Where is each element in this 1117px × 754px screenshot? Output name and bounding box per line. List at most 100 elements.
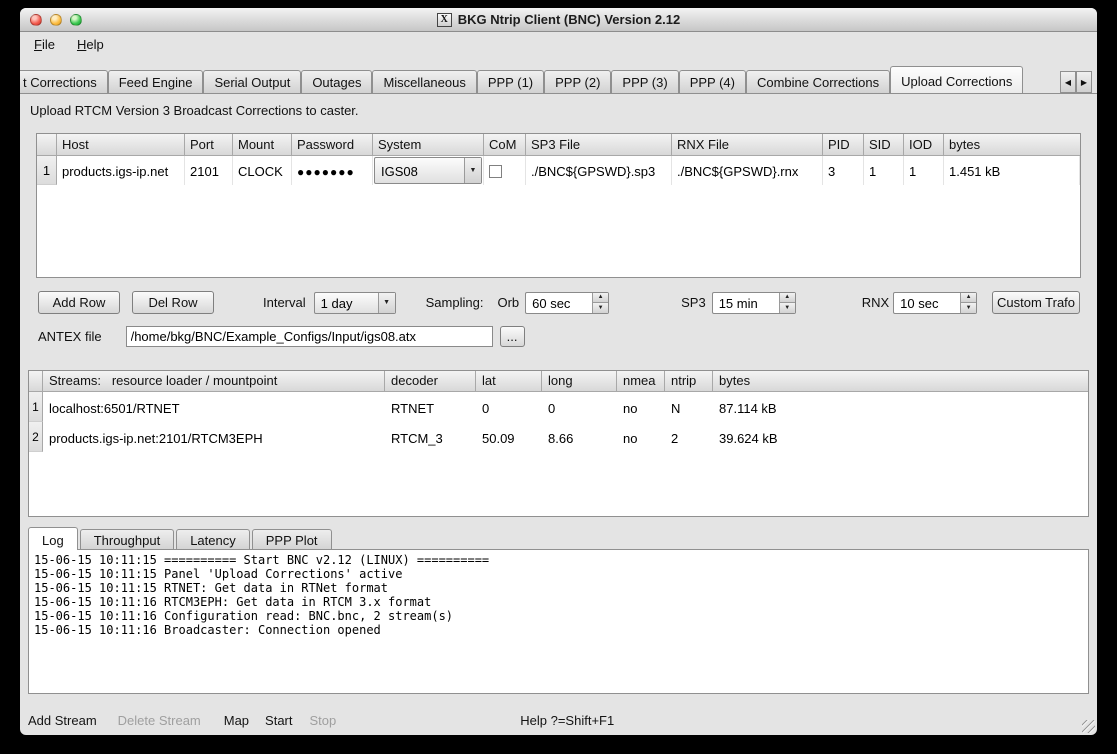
- pid-cell[interactable]: 3: [823, 156, 864, 185]
- tab-throughput[interactable]: Throughput: [80, 529, 175, 549]
- column-header-rnx-file: RNX File: [672, 134, 823, 156]
- corner-header: [29, 371, 43, 392]
- ntrip-cell: N: [665, 392, 713, 422]
- title-area: X BKG Ntrip Client (BNC) Version 2.12: [20, 12, 1097, 27]
- start-button[interactable]: Start: [265, 713, 292, 728]
- log-output: 15-06-15 10:11:15 ========== Start BNC v…: [28, 549, 1089, 694]
- tab-serial-output[interactable]: Serial Output: [203, 70, 301, 93]
- chevron-down-icon: ▼: [464, 158, 481, 183]
- sp3-file-cell[interactable]: ./BNC${GPSWD}.sp3: [526, 156, 672, 185]
- map-button[interactable]: Map: [224, 713, 249, 728]
- com-checkbox[interactable]: [489, 165, 502, 178]
- orb-sampling-value: 60 sec: [526, 293, 592, 313]
- rnx-file-cell[interactable]: ./BNC${GPSWD}.rnx: [672, 156, 823, 185]
- minimize-button[interactable]: [50, 14, 62, 26]
- tab-ppp-plot[interactable]: PPP Plot: [252, 529, 332, 549]
- host-cell[interactable]: products.igs-ip.net: [57, 156, 185, 185]
- upload-table-empty-area: [37, 185, 1080, 277]
- tab-ppp-4[interactable]: PPP (4): [679, 70, 746, 93]
- rnx-sampling-value: 10 sec: [894, 293, 960, 313]
- sid-cell[interactable]: 1: [864, 156, 904, 185]
- column-header-com: CoM: [484, 134, 526, 156]
- tab-broadcast-corrections[interactable]: t Corrections: [20, 70, 108, 93]
- stream-row[interactable]: 1 localhost:6501/RTNET RTNET 0 0 no N 87…: [29, 392, 1088, 422]
- streams-table-header: Streams: resource loader / mountpoint de…: [29, 371, 1088, 392]
- com-cell: [484, 156, 526, 185]
- long-cell: 0: [542, 392, 617, 422]
- tab-latency[interactable]: Latency: [176, 529, 250, 549]
- tab-upload-corrections[interactable]: Upload Corrections: [890, 66, 1023, 94]
- rnx-sampling-spinbox[interactable]: 10 sec ▲ ▼: [893, 292, 977, 314]
- traffic-lights: [30, 14, 82, 26]
- system-combobox[interactable]: IGS08 ▼: [374, 157, 482, 184]
- mount-cell[interactable]: CLOCK: [233, 156, 292, 185]
- add-stream-button[interactable]: Add Stream: [28, 713, 97, 728]
- tab-log[interactable]: Log: [28, 527, 78, 550]
- antex-file-input[interactable]: [126, 326, 493, 347]
- browse-button[interactable]: ...: [500, 326, 525, 347]
- upload-controls: Add Row Del Row Interval 1 day ▼ Samplin…: [20, 291, 1097, 314]
- bytes-cell: 39.624 kB: [713, 422, 1088, 452]
- row-number: 1: [37, 156, 57, 185]
- column-header-bytes: bytes: [944, 134, 1080, 156]
- menu-file[interactable]: File: [28, 35, 61, 54]
- sp3-sampling-value: 15 min: [713, 293, 779, 313]
- sp3-sampling-spinbox[interactable]: 15 min ▲ ▼: [712, 292, 796, 314]
- password-cell[interactable]: ●●●●●●●: [292, 156, 373, 185]
- interval-combobox[interactable]: 1 day ▼: [314, 292, 396, 314]
- tab-feed-engine[interactable]: Feed Engine: [108, 70, 204, 93]
- spin-up-button[interactable]: ▲: [961, 293, 976, 304]
- upload-table-header: Host Port Mount Password System CoM SP3 …: [37, 134, 1080, 156]
- column-header-nmea: nmea: [617, 371, 665, 392]
- titlebar[interactable]: X BKG Ntrip Client (BNC) Version 2.12: [20, 8, 1097, 32]
- tab-combine-corrections[interactable]: Combine Corrections: [746, 70, 890, 93]
- row-number: 1: [29, 392, 43, 422]
- nmea-cell: no: [617, 392, 665, 422]
- column-header-system: System: [373, 134, 484, 156]
- orb-sampling-spinbox[interactable]: 60 sec ▲ ▼: [525, 292, 609, 314]
- rnx-label: RNX: [862, 295, 889, 310]
- tab-miscellaneous[interactable]: Miscellaneous: [372, 70, 476, 93]
- mountpoint-cell: localhost:6501/RTNET: [43, 392, 385, 422]
- resize-grip[interactable]: [1082, 720, 1095, 733]
- tab-ppp-1[interactable]: PPP (1): [477, 70, 544, 93]
- close-button[interactable]: [30, 14, 42, 26]
- column-header-sp3-file: SP3 File: [526, 134, 672, 156]
- log-line: 15-06-15 10:11:16 Broadcaster: Connectio…: [34, 623, 1083, 637]
- stream-row[interactable]: 2 products.igs-ip.net:2101/RTCM3EPH RTCM…: [29, 422, 1088, 452]
- menu-help[interactable]: Help: [71, 35, 110, 54]
- spin-down-button[interactable]: ▼: [593, 303, 608, 313]
- sampling-label: Sampling:: [426, 295, 484, 310]
- spin-up-button[interactable]: ▲: [780, 293, 795, 304]
- log-line: 15-06-15 10:11:15 ========== Start BNC v…: [34, 553, 1083, 567]
- tab-scrollers: ◀ ▶: [1060, 71, 1092, 93]
- upload-table: Host Port Mount Password System CoM SP3 …: [36, 133, 1081, 278]
- interval-label: Interval: [263, 295, 306, 310]
- spin-up-button[interactable]: ▲: [593, 293, 608, 304]
- custom-trafo-button[interactable]: Custom Trafo: [992, 291, 1080, 314]
- spin-buttons: ▲ ▼: [592, 293, 608, 313]
- bnc-window: X BKG Ntrip Client (BNC) Version 2.12 Fi…: [20, 8, 1097, 735]
- log-line: 15-06-15 10:11:16 RTCM3EPH: Get data in …: [34, 595, 1083, 609]
- column-header-host: Host: [57, 134, 185, 156]
- del-row-button[interactable]: Del Row: [132, 291, 214, 314]
- tab-outages[interactable]: Outages: [301, 70, 372, 93]
- tab-ppp-2[interactable]: PPP (2): [544, 70, 611, 93]
- spin-down-button[interactable]: ▼: [961, 303, 976, 313]
- tab-scroll-left-button[interactable]: ◀: [1060, 71, 1076, 93]
- column-header-lat: lat: [476, 371, 542, 392]
- zoom-button[interactable]: [70, 14, 82, 26]
- system-cell: IGS08 ▼: [373, 156, 484, 185]
- streams-table-empty-area: [29, 452, 1088, 516]
- port-cell[interactable]: 2101: [185, 156, 233, 185]
- spin-down-button[interactable]: ▼: [780, 303, 795, 313]
- log-line: 15-06-15 10:11:15 RTNET: Get data in RTN…: [34, 581, 1083, 595]
- log-line: 15-06-15 10:11:15 Panel 'Upload Correcti…: [34, 567, 1083, 581]
- column-header-port: Port: [185, 134, 233, 156]
- tab-scroll-right-button[interactable]: ▶: [1076, 71, 1092, 93]
- panel-description: Upload RTCM Version 3 Broadcast Correcti…: [30, 103, 1097, 118]
- column-header-bytes: bytes: [713, 371, 1088, 392]
- tab-ppp-3[interactable]: PPP (3): [611, 70, 678, 93]
- iod-cell[interactable]: 1: [904, 156, 944, 185]
- add-row-button[interactable]: Add Row: [38, 291, 120, 314]
